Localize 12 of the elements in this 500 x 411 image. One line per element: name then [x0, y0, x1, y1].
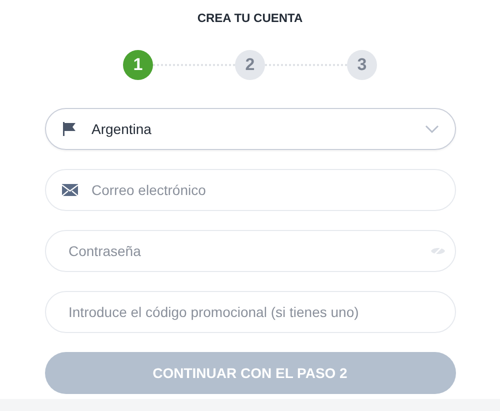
page-title: CREA TU CUENTA: [197, 11, 303, 25]
chevron-down-icon: [424, 125, 438, 133]
step-indicator: 1: [123, 50, 153, 80]
step-indicator: 3: [347, 50, 377, 80]
eye-off-icon[interactable]: [430, 245, 446, 257]
email-field[interactable]: Correo electrónico: [44, 169, 456, 211]
country-select[interactable]: Argentina: [44, 108, 456, 150]
step-indicator: 2: [235, 50, 265, 80]
promo-code-field[interactable]: Introduce el código promocional (si tienes uno): [44, 291, 456, 333]
password-field[interactable]: Contraseña: [44, 230, 456, 272]
flag-icon: [62, 122, 78, 136]
mail-icon: [62, 184, 78, 196]
